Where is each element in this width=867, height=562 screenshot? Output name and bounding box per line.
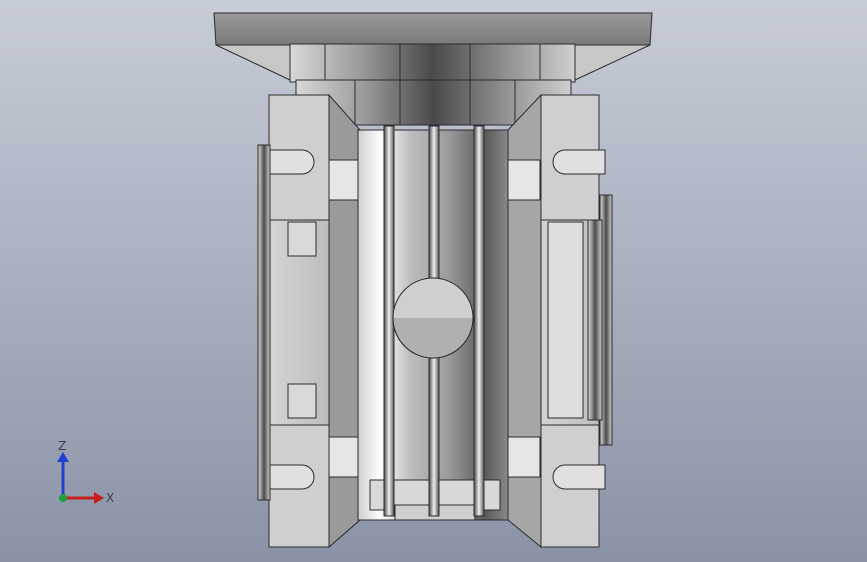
3d-viewport[interactable]: Z X: [0, 0, 867, 562]
left-housing[interactable]: [257, 93, 361, 549]
gear-reducer-model[interactable]: [0, 0, 867, 562]
worm-wheel[interactable]: [357, 125, 509, 521]
top-flange[interactable]: [213, 12, 653, 83]
z-axis-arrowhead: [57, 452, 69, 462]
x-axis-arrowhead: [94, 492, 104, 504]
right-housing[interactable]: [507, 93, 613, 549]
z-axis-label: Z: [58, 440, 66, 453]
origin-marker: [59, 494, 67, 502]
orientation-triad: Z X: [57, 440, 114, 505]
x-axis-label: X: [106, 491, 114, 505]
